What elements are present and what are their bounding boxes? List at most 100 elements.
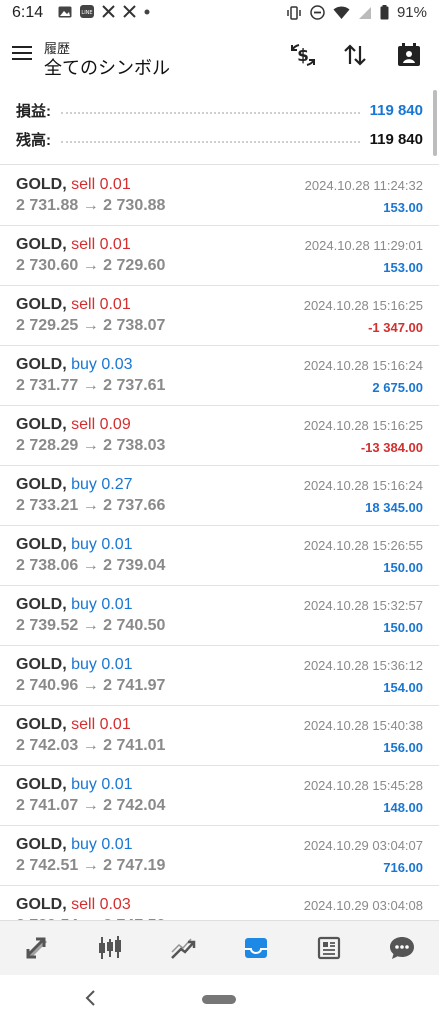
trade-type: sell 0.03 xyxy=(71,896,131,913)
trade-row[interactable]: GOLD, sell 0.032 739.54 → 2 747.502024.1… xyxy=(0,886,439,920)
trade-prices: 2 728.29 → 2 738.03 xyxy=(16,437,166,454)
trade-row[interactable]: GOLD, sell 0.01 2 731.88 → 2 730.88 2024.1… xyxy=(0,166,439,226)
trade-symbol: GOLD, buy 0.01 xyxy=(16,656,133,674)
symbol-name: GOLD, xyxy=(16,716,67,733)
trade-time: 2024.10.28 15:16:25 xyxy=(303,418,423,433)
symbol-name: GOLD, xyxy=(16,896,67,913)
trade-type: buy 0.27 xyxy=(71,476,133,493)
profit-label: 損益: xyxy=(16,102,51,120)
menu-button[interactable] xyxy=(10,42,34,66)
trade-prices: 2 733.21 → 2 737.66 xyxy=(16,497,166,514)
symbol-name: GOLD, xyxy=(16,776,67,793)
trade-time: 2024.10.28 15:40:38 xyxy=(303,718,423,733)
trade-profit: -1 347.00 xyxy=(368,320,423,335)
trade-row[interactable]: GOLD, buy 0.01 2 739.52 → 2 740.50 2024.10… xyxy=(0,586,439,646)
symbol-name: GOLD, xyxy=(16,176,67,193)
trade-prices: 2 742.03 → 2 741.01 xyxy=(16,737,166,754)
x-icon xyxy=(102,5,115,18)
trade-row[interactable]: GOLD, buy 0.01 2 741.07 → 2 742.04 2024.10… xyxy=(0,766,439,826)
trade-profit: 156.00 xyxy=(383,740,423,755)
trade-row[interactable]: GOLD, buy 0.03 2 731.77 → 2 737.61 2024.10… xyxy=(0,346,439,406)
menu-icon-bar xyxy=(12,46,32,48)
trade-row[interactable]: GOLD, buy 0.01 2 738.06 → 2 739.04 2024.10… xyxy=(0,526,439,586)
trade-time: 2024.10.28 15:26:55 xyxy=(303,538,423,553)
trade-symbol: GOLD, buy 0.01 xyxy=(16,596,133,614)
trade-prices: 2 739.52 → 2 740.50 xyxy=(16,617,166,634)
nav-news[interactable] xyxy=(293,921,366,975)
trade-symbol: GOLD, sell 0.09 xyxy=(16,416,131,434)
trade-row[interactable]: GOLD, sell 0.01 2 742.03 → 2 741.01 2024.1… xyxy=(0,706,439,766)
svg-text:LINE: LINE xyxy=(81,10,92,16)
nav-history[interactable] xyxy=(220,921,293,975)
back-button[interactable] xyxy=(84,987,96,1013)
app-header: 履歴 全てのシンボル $ xyxy=(0,28,439,88)
trade-type: buy 0.01 xyxy=(71,656,133,673)
symbol-name: GOLD, xyxy=(16,656,67,673)
trade-type: sell 0.01 xyxy=(71,296,131,313)
trade-profit: 153.00 xyxy=(383,200,423,215)
trade-prices: 2 738.06 → 2 739.04 xyxy=(16,557,166,574)
nav-chart[interactable] xyxy=(73,921,146,975)
chat-bubble-icon xyxy=(390,937,415,959)
calendar-button[interactable] xyxy=(392,40,426,70)
battery-icon xyxy=(380,5,389,20)
trade-prices: 2 729.25 → 2 738.07 xyxy=(16,317,166,334)
scroll-indicator[interactable] xyxy=(433,90,437,156)
status-bar: 6:14 LINE 91% xyxy=(0,0,439,28)
trade-row[interactable]: GOLD, buy 0.01 2 740.96 → 2 741.97 2024.10… xyxy=(0,646,439,706)
trade-history-list[interactable]: GOLD, sell 0.01 2 731.88 → 2 730.88 2024.1… xyxy=(0,166,439,920)
notification-icons: LINE xyxy=(58,5,150,18)
profit-row: 損益: 119 840 xyxy=(16,95,423,125)
nav-trade[interactable] xyxy=(146,921,219,975)
trade-time: 2024.10.28 15:16:24 xyxy=(303,478,423,493)
nav-chat[interactable] xyxy=(366,921,439,975)
trade-time: 2024.10.28 11:29:01 xyxy=(304,238,423,253)
trade-symbol: GOLD, sell 0.01 xyxy=(16,716,131,734)
trade-time: 2024.10.29 03:04:08 xyxy=(303,898,423,913)
nav-quotes[interactable] xyxy=(0,921,73,975)
back-chevron-icon xyxy=(85,990,95,1006)
trade-trend-icon xyxy=(171,938,196,959)
symbol-filter-label[interactable]: 全てのシンボル xyxy=(44,54,170,80)
balance-label: 残高: xyxy=(16,131,51,149)
trade-row[interactable]: GOLD, buy 0.01 2 742.51 → 2 747.19 2024.10… xyxy=(0,826,439,886)
symbol-name: GOLD, xyxy=(16,836,67,853)
home-gesture-pill[interactable] xyxy=(202,995,236,1004)
symbol-name: GOLD, xyxy=(16,536,67,553)
quotes-arrows-icon xyxy=(26,937,47,959)
trade-row[interactable]: GOLD, sell 0.09 2 728.29 → 2 738.03 2024.1… xyxy=(0,406,439,466)
trade-time: 2024.10.28 15:16:24 xyxy=(303,358,423,373)
trade-symbol: GOLD, sell 0.03 xyxy=(16,896,131,914)
trade-prices: 2 730.60 → 2 729.60 xyxy=(16,257,166,274)
trade-row[interactable]: GOLD, buy 0.27 2 733.21 → 2 737.66 2024.10… xyxy=(0,466,439,526)
status-time: 6:14 xyxy=(12,4,44,21)
trade-profit: 153.00 xyxy=(383,260,423,275)
currency-exchange-button[interactable]: $ xyxy=(286,40,320,70)
sort-button[interactable] xyxy=(338,40,372,70)
history-summary: 損益: 119 840 残高: 119 840 xyxy=(0,92,439,165)
trade-symbol: GOLD, sell 0.01 xyxy=(16,176,131,194)
trade-prices: 2 740.96 → 2 741.97 xyxy=(16,677,166,694)
trade-type: sell 0.01 xyxy=(71,716,131,733)
trade-row[interactable]: GOLD, sell 0.01 2 730.60 → 2 729.60 2024.1… xyxy=(0,226,439,286)
trade-profit: 150.00 xyxy=(383,620,423,635)
image-icon xyxy=(58,6,72,17)
trade-symbol: GOLD, buy 0.01 xyxy=(16,836,133,854)
trade-type: buy 0.01 xyxy=(71,596,133,613)
trade-type: sell 0.01 xyxy=(71,176,131,193)
symbol-name: GOLD, xyxy=(16,356,67,373)
symbol-name: GOLD, xyxy=(16,596,67,613)
trade-symbol: GOLD, sell 0.01 xyxy=(16,236,131,254)
trade-time: 2024.10.28 15:45:28 xyxy=(303,778,423,793)
trade-prices: 2 731.88 → 2 730.88 xyxy=(16,197,166,214)
trade-type: buy 0.01 xyxy=(71,536,133,553)
bottom-navigation xyxy=(0,920,439,975)
trade-row[interactable]: GOLD, sell 0.01 2 729.25 → 2 738.07 2024.1… xyxy=(0,286,439,346)
trade-type: sell 0.01 xyxy=(71,236,131,253)
trade-type: buy 0.01 xyxy=(71,776,133,793)
signal-icon xyxy=(358,6,371,19)
trade-profit: 148.00 xyxy=(383,800,423,815)
symbol-name: GOLD, xyxy=(16,416,67,433)
wifi-icon xyxy=(333,5,350,19)
trade-profit: 2 675.00 xyxy=(372,380,423,395)
